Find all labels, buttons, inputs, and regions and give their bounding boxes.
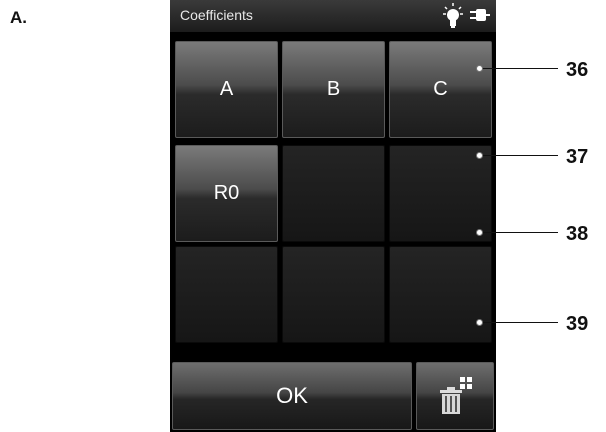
callout-line (480, 155, 558, 156)
callout-dot (476, 229, 483, 236)
status-bar: Coefficients (170, 0, 496, 32)
coef-key-c[interactable]: C (389, 41, 492, 138)
device-screen: Coefficients A B C R0 OK (170, 0, 496, 432)
callout-36: 36 (566, 59, 589, 81)
figure-label: A. (10, 8, 27, 27)
callout-38: 38 (566, 223, 589, 245)
screen-title: Coefficients (180, 7, 253, 23)
callout-39: 39 (566, 313, 589, 335)
empty-slot (282, 145, 385, 242)
callout-37: 37 (566, 146, 589, 168)
callout-dot (476, 65, 483, 72)
coef-key-b[interactable]: B (282, 41, 385, 138)
empty-slot (389, 145, 492, 242)
callout-line (480, 68, 558, 69)
lightbulb-icon (443, 3, 463, 28)
empty-slot (282, 246, 385, 343)
coef-key-r0[interactable]: R0 (175, 145, 278, 242)
empty-slot (175, 246, 278, 343)
delete-button[interactable] (416, 362, 494, 430)
trash-icon (440, 377, 472, 414)
coef-key-a[interactable]: A (175, 41, 278, 138)
callout-line (480, 322, 558, 323)
plug-icon (470, 9, 490, 21)
callout-dot (476, 152, 483, 159)
empty-slot (389, 246, 492, 343)
callout-dot (476, 319, 483, 326)
ok-button[interactable]: OK (172, 362, 412, 430)
callout-line (480, 232, 558, 233)
